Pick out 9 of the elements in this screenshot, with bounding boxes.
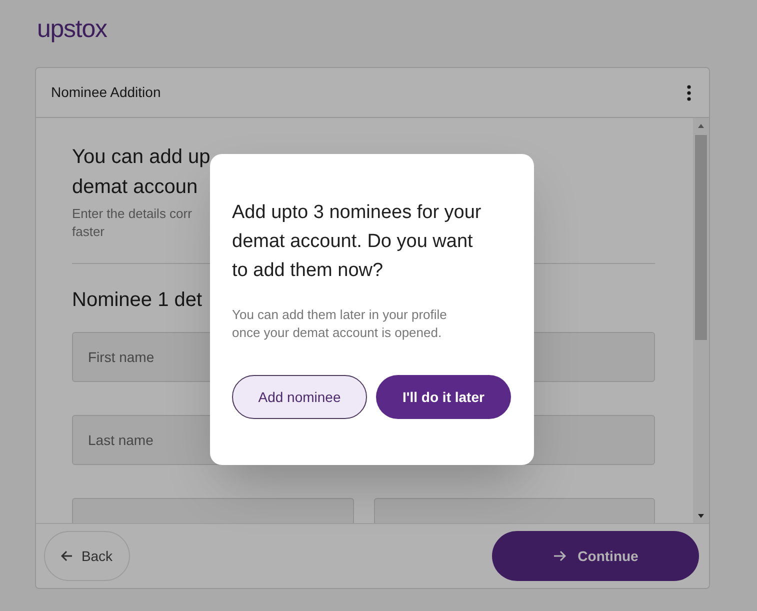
intro-description-line: Enter the details corr <box>72 205 192 223</box>
intro-heading-line: demat accoun <box>72 175 198 200</box>
intro-description-line: faster <box>72 223 105 241</box>
logo: upstox <box>37 15 107 43</box>
card-title: Nominee Addition <box>51 83 161 102</box>
intro-heading-line: You can add up <box>72 145 210 170</box>
dialog-message: You can add them later in your profile once your demat account is opened. <box>232 306 448 342</box>
dialog-title: Add upto 3 nominees for your demat account. Do you want to add them now? <box>232 201 482 283</box>
section-title: Nominee 1 det <box>72 288 204 313</box>
